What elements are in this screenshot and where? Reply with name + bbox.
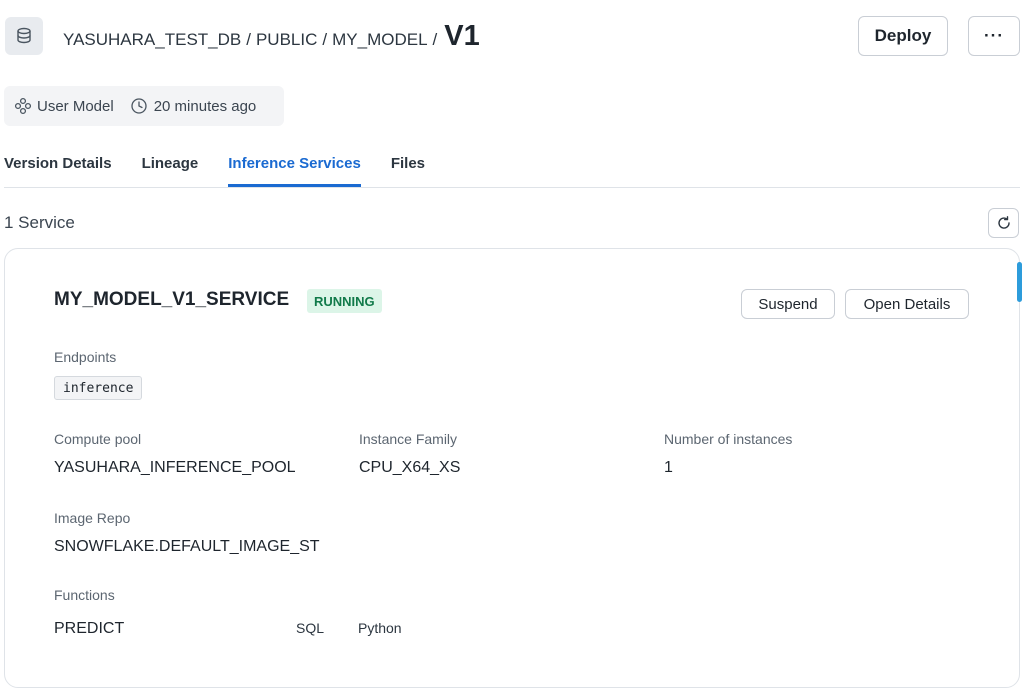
- model-meta: User Model 20 minutes ago: [4, 86, 284, 126]
- breadcrumb-separator: /: [322, 30, 328, 49]
- tab-lineage[interactable]: Lineage: [142, 145, 199, 187]
- breadcrumb-separator: /: [246, 30, 251, 49]
- instance-family-value: CPU_X64_XS: [359, 459, 461, 476]
- endpoints-label: Endpoints: [54, 349, 117, 365]
- page-title: V1: [444, 20, 480, 52]
- image-repo-value: SNOWFLAKE.DEFAULT_IMAGE_ST: [54, 538, 320, 555]
- function-sql-link[interactable]: SQL: [296, 620, 324, 636]
- image-repo-label: Image Repo: [54, 510, 131, 526]
- updated-time-label: 20 minutes ago: [153, 97, 257, 115]
- refresh-icon: [996, 215, 1012, 231]
- breadcrumb-schema[interactable]: PUBLIC: [256, 30, 317, 50]
- tab-inference-services[interactable]: Inference Services: [228, 145, 361, 187]
- scrollbar-thumb[interactable]: [1017, 262, 1022, 302]
- model-type: User Model: [14, 97, 114, 115]
- function-name: PREDICT: [54, 620, 125, 637]
- open-details-button[interactable]: Open Details: [845, 289, 969, 319]
- instances-label: Number of instances: [664, 431, 793, 447]
- breadcrumb-database[interactable]: YASUHARA_TEST_DB: [63, 30, 241, 50]
- function-python-link[interactable]: Python: [358, 620, 402, 636]
- suspend-button[interactable]: Suspend: [741, 289, 835, 319]
- model-type-label: User Model: [37, 97, 114, 115]
- service-name: MY_MODEL_V1_SERVICE: [54, 289, 290, 310]
- breadcrumb: YASUHARA_TEST_DB / PUBLIC / MY_MODEL / V…: [63, 20, 480, 53]
- instances-value: 1: [664, 459, 673, 476]
- model-icon: [14, 97, 32, 115]
- compute-pool-value: YASUHARA_INFERENCE_POOL: [54, 459, 296, 476]
- service-count: 1 Service: [4, 213, 75, 232]
- functions-label: Functions: [54, 587, 115, 603]
- updated-time: 20 minutes ago: [130, 97, 257, 115]
- breadcrumb-model[interactable]: MY_MODEL: [332, 30, 427, 50]
- compute-pool-label: Compute pool: [54, 431, 142, 447]
- refresh-button[interactable]: [988, 208, 1019, 238]
- tab-bar: Version Details Lineage Inference Servic…: [4, 145, 1020, 188]
- deploy-button[interactable]: Deploy: [858, 16, 948, 56]
- database-icon: [5, 17, 43, 55]
- status-badge: RUNNING: [307, 289, 382, 313]
- tab-files[interactable]: Files: [391, 145, 425, 187]
- instance-family-label: Instance Family: [359, 431, 458, 447]
- tab-version-details[interactable]: Version Details: [4, 145, 112, 187]
- breadcrumb-separator: /: [432, 30, 438, 49]
- more-options-button[interactable]: ···: [968, 16, 1020, 56]
- clock-icon: [130, 97, 148, 115]
- endpoint-chip: inference: [54, 376, 143, 400]
